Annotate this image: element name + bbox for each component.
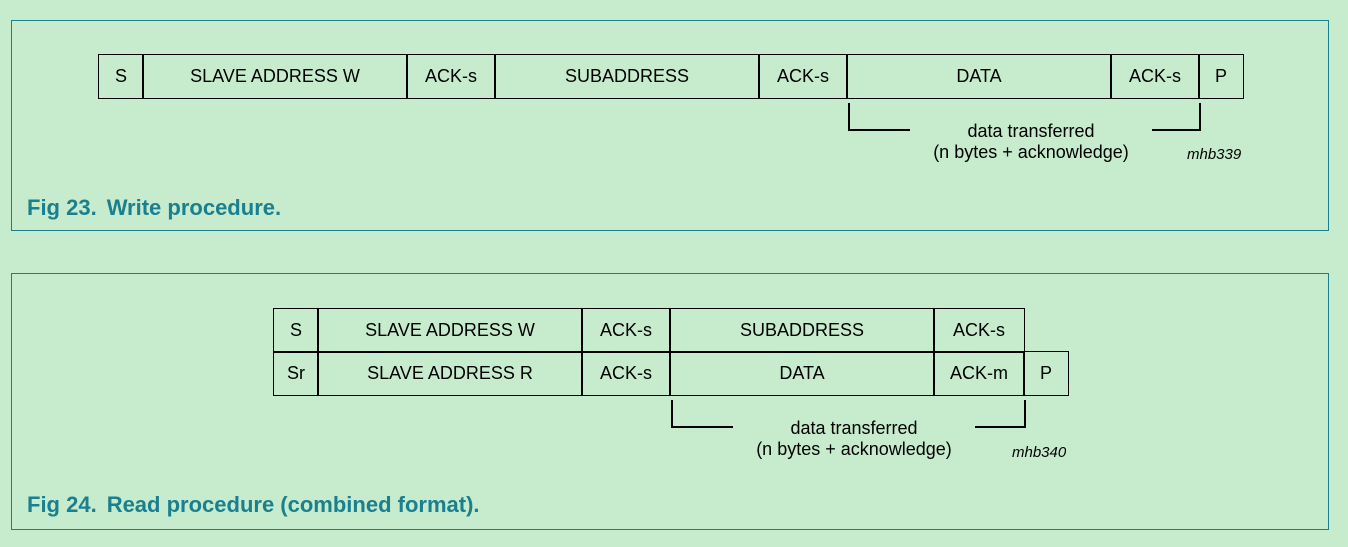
bracket-label-line2: (n bytes + acknowledge) — [933, 142, 1129, 162]
cell-data: DATA — [669, 351, 935, 396]
cell-repeated-start: Sr — [273, 351, 319, 396]
bracket-left-tick — [671, 400, 673, 428]
figure-number: Fig 24. — [27, 492, 97, 517]
bracket-label: data transferred (n bytes + acknowledge) — [910, 121, 1152, 163]
cell-ack-s-2: ACK-s — [758, 54, 848, 99]
figure-caption: Fig 24. Read procedure (combined format). — [27, 492, 480, 518]
bracket-label-line1: data transferred — [790, 418, 918, 438]
bracket-label-line2: (n bytes + acknowledge) — [756, 439, 952, 459]
bracket-right-tick — [1199, 103, 1201, 131]
figure-ref-id: mhb340 — [1012, 444, 1067, 461]
cell-data: DATA — [846, 54, 1112, 99]
cell-subaddress: SUBADDRESS — [669, 308, 935, 353]
cell-ack-s-3: ACK-s — [1110, 54, 1200, 99]
cell-slave-address-w: SLAVE ADDRESS W — [317, 308, 583, 353]
figure-ref-id: mhb339 — [1187, 146, 1242, 163]
cell-stop: P — [1198, 54, 1244, 99]
figure-caption: Fig 23. Write procedure. — [27, 195, 281, 221]
cell-ack-m: ACK-m — [933, 351, 1025, 396]
cell-start: S — [273, 308, 319, 353]
figure-number: Fig 23. — [27, 195, 97, 220]
cell-subaddress: SUBADDRESS — [494, 54, 760, 99]
cell-ack-s-1: ACK-s — [581, 308, 671, 353]
figure-24-frame: S SLAVE ADDRESS W ACK-s SUBADDRESS ACK-s… — [11, 273, 1329, 530]
figure-title: Read procedure (combined format). — [106, 492, 480, 517]
figure-23-frame: S SLAVE ADDRESS W ACK-s SUBADDRESS ACK-s… — [11, 20, 1329, 231]
cell-slave-address-r: SLAVE ADDRESS R — [317, 351, 583, 396]
cell-stop: P — [1023, 351, 1069, 396]
cell-ack-s-1: ACK-s — [406, 54, 496, 99]
cell-ack-s-3: ACK-s — [581, 351, 671, 396]
bracket-left-tick — [848, 103, 850, 131]
bracket-right-tick — [1024, 400, 1026, 428]
cell-ack-s-2: ACK-s — [933, 308, 1025, 353]
cell-start: S — [98, 54, 144, 99]
bracket-label: data transferred (n bytes + acknowledge) — [733, 418, 975, 460]
figure-title: Write procedure. — [106, 195, 282, 220]
bracket-label-line1: data transferred — [967, 121, 1095, 141]
cell-slave-address-w: SLAVE ADDRESS W — [142, 54, 408, 99]
